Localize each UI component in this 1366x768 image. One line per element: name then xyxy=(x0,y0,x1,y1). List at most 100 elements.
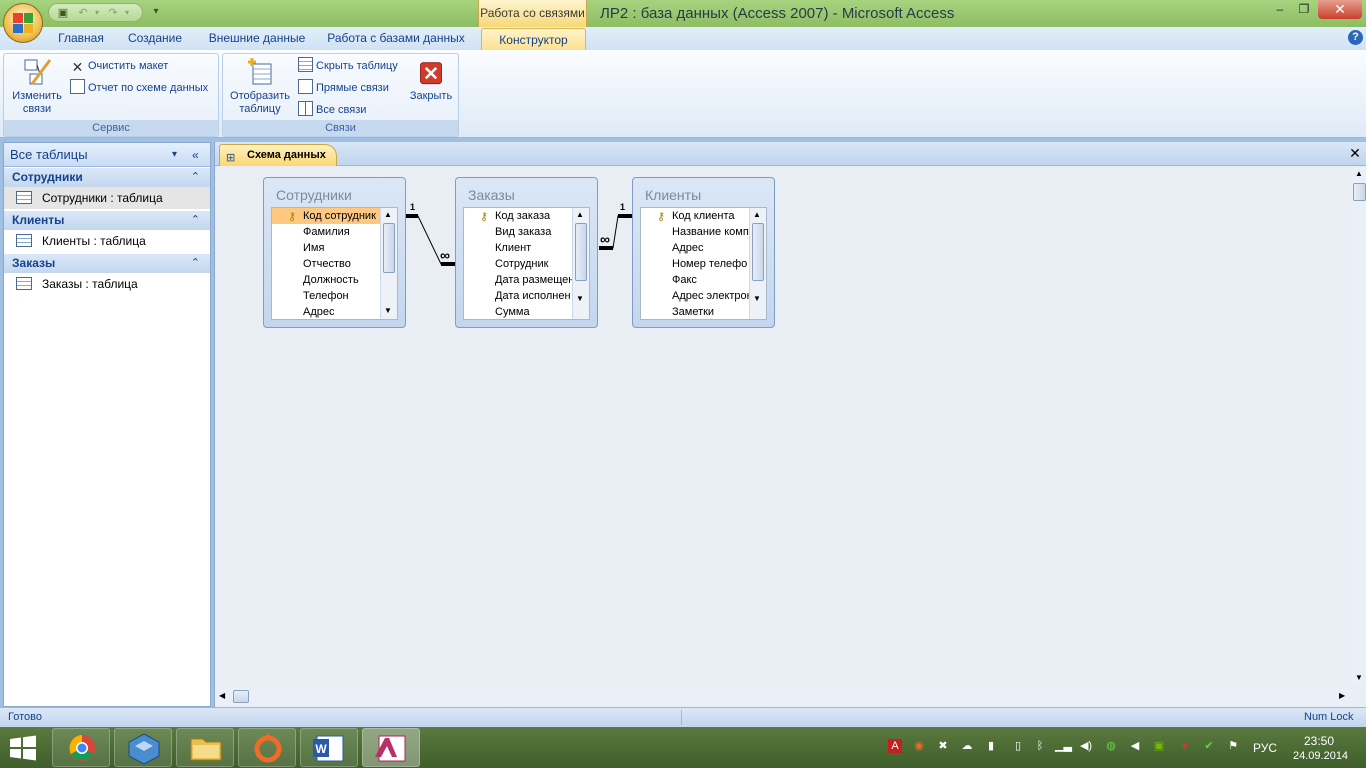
nav-item-orders-table[interactable]: Заказы : таблица xyxy=(4,273,210,295)
scroll-up-icon[interactable]: ▲ xyxy=(1355,169,1363,178)
nvidia-tray-icon[interactable]: ▣ xyxy=(1152,739,1166,753)
taskbar-origin[interactable] xyxy=(238,728,296,767)
scrollbar-thumb[interactable] xyxy=(383,223,395,273)
language-indicator[interactable]: РУС xyxy=(1253,741,1277,755)
bluetooth-tray-icon[interactable]: ᛒ xyxy=(1033,739,1047,753)
field-item[interactable]: ⚷ Код заказа xyxy=(464,208,572,224)
field-item[interactable]: Фамилия xyxy=(272,224,380,240)
nav-dropdown-icon[interactable]: ▾ xyxy=(172,143,177,167)
field-item[interactable]: Сумма xyxy=(464,304,572,319)
table-box-clients[interactable]: Клиенты ⚷ Код клиента Название комп Адрес… xyxy=(632,177,775,328)
show-table-button[interactable]: Отобразить таблицу xyxy=(225,56,295,116)
customize-qat-icon[interactable]: ▾ xyxy=(148,5,164,19)
clear-layout-button[interactable]: ✕ Очистить макет xyxy=(70,57,169,75)
scroll-right-icon[interactable]: ▶ xyxy=(1339,691,1345,700)
speaker-tray-icon[interactable]: ◀ xyxy=(1128,739,1142,753)
save-icon[interactable]: ▣ xyxy=(55,6,71,20)
table-box-title[interactable]: Клиенты xyxy=(633,178,774,206)
all-relations-button[interactable]: Все связи xyxy=(298,101,366,119)
field-item[interactable]: Телефон xyxy=(272,288,380,304)
chevron-up-icon[interactable]: ⌃ xyxy=(191,168,200,187)
undo-dropdown-icon[interactable]: ▾ xyxy=(89,6,105,20)
nav-item-clients-table[interactable]: Клиенты : таблица xyxy=(4,230,210,252)
field-item[interactable]: Должность xyxy=(272,272,380,288)
field-item[interactable]: Адрес xyxy=(272,304,380,319)
scrollbar-thumb[interactable] xyxy=(575,223,587,281)
tab-external-data[interactable]: Внешние данные xyxy=(200,27,314,50)
field-item[interactable]: Вид заказа xyxy=(464,224,572,240)
scroll-up-icon[interactable]: ▲ xyxy=(753,210,761,219)
direct-relations-button[interactable]: Прямые связи xyxy=(298,79,389,97)
document-vertical-scrollbar[interactable]: ▲ ▼ xyxy=(1352,167,1366,686)
field-item[interactable]: Отчество xyxy=(272,256,380,272)
scroll-down-icon[interactable]: ▼ xyxy=(576,294,584,303)
field-list-scrollbar[interactable]: ▲ ▼ xyxy=(749,208,766,319)
start-button[interactable] xyxy=(8,735,38,761)
record-tray-icon[interactable]: ● xyxy=(1178,739,1192,753)
volume-tray-icon[interactable]: ◀) xyxy=(1079,739,1093,753)
tab-home[interactable]: Главная xyxy=(50,27,112,50)
field-item[interactable]: Номер телефо xyxy=(641,256,749,272)
table-box-title[interactable]: Заказы xyxy=(456,178,597,206)
field-item[interactable]: Адрес электрон xyxy=(641,288,749,304)
table-box-title[interactable]: Сотрудники xyxy=(264,178,405,206)
battery-tray-icon[interactable]: ▯ xyxy=(1011,739,1025,753)
nav-item-employees-table[interactable]: Сотрудники : таблица xyxy=(4,187,210,209)
chevron-up-icon[interactable]: ⌃ xyxy=(191,211,200,230)
close-relations-button[interactable]: Закрыть xyxy=(405,60,457,103)
table-box-orders[interactable]: Заказы ⚷ Код заказа Вид заказа Клиент Сот… xyxy=(455,177,598,328)
field-item[interactable]: Клиент xyxy=(464,240,572,256)
scrollbar-thumb[interactable] xyxy=(1353,183,1366,201)
clock-time[interactable]: 23:50 xyxy=(1304,734,1334,748)
field-item[interactable]: Дата размещен xyxy=(464,272,572,288)
taskbar-file-explorer[interactable] xyxy=(176,728,234,767)
cloud-tray-icon[interactable]: ☁ xyxy=(960,739,974,753)
taskbar-virtualbox[interactable] xyxy=(114,728,172,767)
field-list-scrollbar[interactable]: ▲ ▼ xyxy=(380,208,397,319)
taskbar-word[interactable]: W xyxy=(300,728,358,767)
taskbar-access[interactable] xyxy=(362,728,420,767)
edit-relations-button[interactable]: Изменить связи xyxy=(6,56,68,116)
clock-date[interactable]: 24.09.2014 xyxy=(1293,750,1348,762)
field-item[interactable]: Адрес xyxy=(641,240,749,256)
help-icon[interactable]: ? xyxy=(1348,30,1363,45)
relations-report-button[interactable]: Отчет по схеме данных xyxy=(70,79,208,97)
document-horizontal-scrollbar[interactable]: ◀ ▶ xyxy=(215,688,1352,705)
network-error-tray-icon[interactable]: ✖ xyxy=(936,739,950,753)
usb-tray-icon[interactable]: ▮ xyxy=(984,739,998,753)
sync-tray-icon[interactable]: ◍ xyxy=(1104,739,1118,753)
field-list-scrollbar[interactable]: ▲ ▼ xyxy=(572,208,589,319)
nav-group-employees[interactable]: Сотрудники ⌃ xyxy=(4,168,210,187)
taskbar-chrome[interactable] xyxy=(52,728,110,767)
field-item[interactable]: Заметки xyxy=(641,304,749,319)
close-window-button[interactable]: ✕ xyxy=(1318,0,1362,19)
office-button[interactable] xyxy=(3,3,43,43)
field-item[interactable]: Факс xyxy=(641,272,749,288)
notification-tray-icon[interactable]: ⚑ xyxy=(1226,739,1240,753)
nav-group-clients[interactable]: Клиенты ⌃ xyxy=(4,211,210,230)
restore-button[interactable]: ❐ xyxy=(1292,0,1316,19)
scroll-up-icon[interactable]: ▲ xyxy=(384,210,392,219)
hide-table-button[interactable]: Скрыть таблицу xyxy=(298,57,398,75)
scrollbar-thumb[interactable] xyxy=(752,223,764,281)
scroll-down-icon[interactable]: ▼ xyxy=(384,306,392,315)
scroll-down-icon[interactable]: ▼ xyxy=(1355,673,1363,682)
scroll-up-icon[interactable]: ▲ xyxy=(576,210,584,219)
field-item[interactable]: Название комп xyxy=(641,224,749,240)
field-item[interactable]: Сотрудник xyxy=(464,256,572,272)
chevron-up-icon[interactable]: ⌃ xyxy=(191,254,200,273)
field-item[interactable]: ⚷ Код клиента xyxy=(641,208,749,224)
tab-design[interactable]: Конструктор xyxy=(481,28,586,50)
table-box-employees[interactable]: Сотрудники ⚷ Код сотрудник Фамилия Имя От… xyxy=(263,177,406,328)
origin-tray-icon[interactable]: ◉ xyxy=(912,739,926,753)
nav-header[interactable]: Все таблицы ▾ « xyxy=(4,143,210,167)
field-item[interactable]: ⚷ Код сотрудник xyxy=(272,208,380,224)
adobe-tray-icon[interactable]: A xyxy=(888,739,902,753)
minimize-button[interactable]: – xyxy=(1268,0,1292,19)
tab-create[interactable]: Создание xyxy=(120,27,190,50)
field-item[interactable]: Дата исполнен xyxy=(464,288,572,304)
field-item[interactable]: Имя xyxy=(272,240,380,256)
nav-group-orders[interactable]: Заказы ⌃ xyxy=(4,254,210,273)
tab-database-tools[interactable]: Работа с базами данных xyxy=(322,27,470,50)
redo-dropdown-icon[interactable]: ▾ xyxy=(119,6,135,20)
